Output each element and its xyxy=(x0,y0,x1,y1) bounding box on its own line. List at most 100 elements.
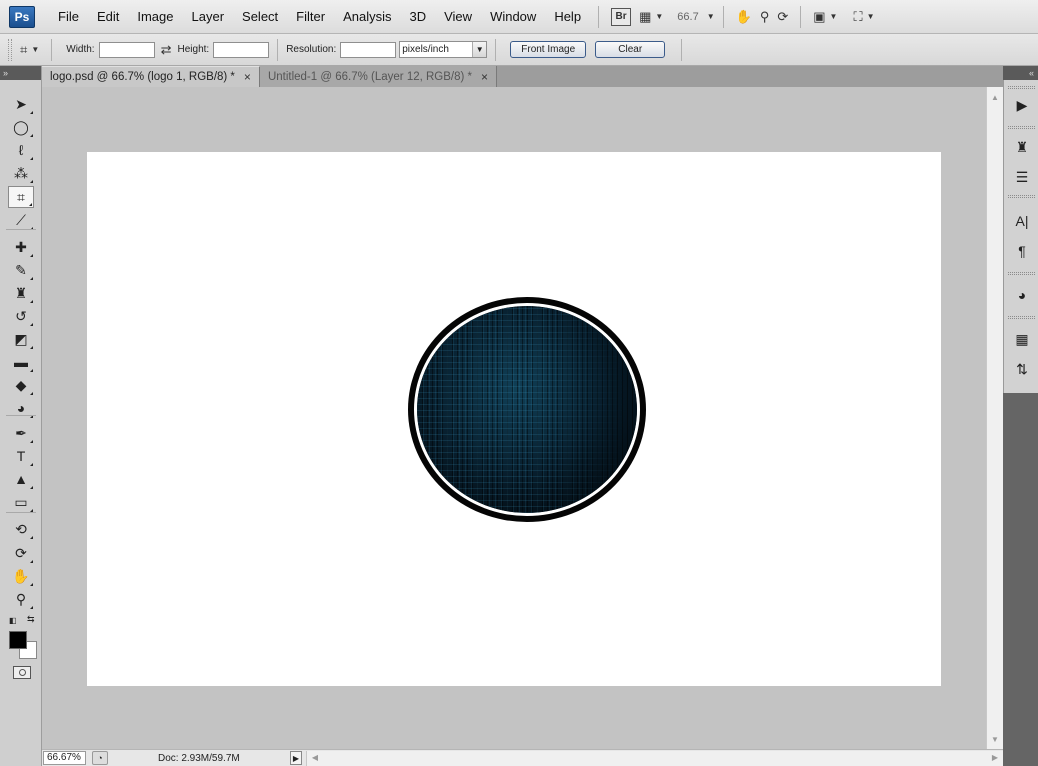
path-selection-tool[interactable]: ▲ xyxy=(8,468,34,490)
zoom-tool[interactable]: ⚲ xyxy=(8,588,34,610)
width-field[interactable] xyxy=(98,41,155,58)
options-grip[interactable] xyxy=(8,38,12,61)
hand-tool-button[interactable]: ✋ xyxy=(736,6,752,28)
foreground-color-swatch[interactable] xyxy=(9,631,27,649)
menu-filter[interactable]: Filter xyxy=(287,9,334,24)
gradient-tool[interactable]: ▬ xyxy=(8,351,34,373)
panel-grip[interactable] xyxy=(1008,195,1035,198)
panel-dock-header[interactable]: « xyxy=(1003,66,1038,80)
swap-colors-icon[interactable]: ⇆ xyxy=(27,614,35,625)
tool-flyout-indicator xyxy=(30,300,33,303)
healing-brush-icon: ✚ xyxy=(15,238,27,255)
close-icon[interactable]: × xyxy=(244,70,251,84)
menu-3d[interactable]: 3D xyxy=(400,9,435,24)
clone-source-panel-button[interactable]: ♜ xyxy=(1011,136,1033,158)
3d-orbit-tool[interactable]: ⟳ xyxy=(8,542,34,564)
tool-flyout-indicator xyxy=(30,369,33,372)
elliptical-marquee-icon: ◯ xyxy=(13,118,29,135)
menu-select[interactable]: Select xyxy=(233,9,287,24)
tab-logo-psd[interactable]: logo.psd @ 66.7% (logo 1, RGB/8) * × xyxy=(42,66,260,87)
healing-brush-tool[interactable]: ✚ xyxy=(8,236,34,258)
menu-view[interactable]: View xyxy=(435,9,481,24)
tools-panel-header[interactable]: » xyxy=(0,66,41,80)
zoom-percent-field[interactable]: 66.67% xyxy=(43,751,86,765)
tab-untitled-1[interactable]: Untitled-1 @ 66.7% (Layer 12, RGB/8) * × xyxy=(259,66,498,87)
paragraph-panel-button[interactable]: ¶ xyxy=(1011,240,1033,262)
panel-grip[interactable] xyxy=(1008,316,1035,319)
scroll-right-icon[interactable]: ▶ xyxy=(989,752,1001,764)
tool-flyout-indicator xyxy=(30,392,33,395)
move-icon: ➤ xyxy=(15,95,27,112)
panel-grip[interactable] xyxy=(1008,126,1035,129)
view-extras-button[interactable]: ▦ ▼ xyxy=(639,6,663,28)
zoom-tool-button[interactable]: ⚲ xyxy=(760,6,770,28)
close-icon[interactable]: × xyxy=(481,70,488,84)
image-canvas[interactable] xyxy=(87,152,941,686)
tool-flyout-indicator xyxy=(30,157,33,160)
tool-preset-picker[interactable]: ⌗ ▼ xyxy=(20,39,39,61)
elliptical-marquee-tool[interactable]: ◯ xyxy=(8,116,34,138)
resolution-field[interactable] xyxy=(340,41,397,58)
character-panel-button[interactable]: A| xyxy=(1011,210,1033,232)
lasso-tool[interactable]: ℓ xyxy=(8,139,34,161)
status-info-icon[interactable]: ◔ xyxy=(92,751,108,765)
magic-wand-tool[interactable]: ⁂ xyxy=(8,162,34,184)
quick-mask-button[interactable] xyxy=(13,666,31,679)
menu-edit[interactable]: Edit xyxy=(88,9,128,24)
eraser-tool[interactable]: ◩ xyxy=(8,328,34,350)
scroll-left-icon[interactable]: ◀ xyxy=(309,752,321,764)
swap-dimensions-icon[interactable]: ⇄ xyxy=(161,39,172,61)
launch-bridge-button[interactable]: Br xyxy=(611,6,632,28)
tool-flyout-indicator xyxy=(30,536,33,539)
collapse-icon[interactable]: « xyxy=(1029,68,1034,78)
menu-help[interactable]: Help xyxy=(545,9,590,24)
hand-tool[interactable]: ✋ xyxy=(8,565,34,587)
swatches-icon: ▦ xyxy=(1015,330,1029,347)
layer-comps-icon: ☰ xyxy=(1015,168,1029,185)
scroll-down-icon[interactable]: ▼ xyxy=(989,733,1001,745)
resolution-unit-select[interactable]: pixels/inch ▼ xyxy=(399,41,488,58)
zoom-dropdown-icon[interactable]: ▼ xyxy=(707,12,715,21)
clone-stamp-tool[interactable]: ♜ xyxy=(8,282,34,304)
history-brush-tool[interactable]: ↺ xyxy=(8,305,34,327)
menu-layer[interactable]: Layer xyxy=(183,9,234,24)
panel-grip[interactable] xyxy=(1008,272,1035,275)
front-image-button[interactable]: Front Image xyxy=(510,41,587,58)
zoom-level-value[interactable]: 66.7 xyxy=(677,11,698,23)
vertical-scrollbar[interactable]: ▲ ▼ xyxy=(986,87,1003,749)
screen-mode-button[interactable]: ⛶ ▼ xyxy=(853,6,874,28)
blur-tool[interactable]: ◆ xyxy=(8,374,34,396)
3d-rotate-tool[interactable]: ⟲ xyxy=(8,518,34,540)
navigator-panel-button[interactable]: ⇅ xyxy=(1011,358,1033,380)
layer-comps-panel-button[interactable]: ☰ xyxy=(1011,166,1033,188)
clear-button[interactable]: Clear xyxy=(595,41,666,58)
arrange-documents-button[interactable]: ▣ ▼ xyxy=(813,6,837,28)
styles-panel-button[interactable]: ◕ xyxy=(1011,284,1033,306)
crop-tool[interactable]: ⌗ xyxy=(8,186,34,208)
rectangle-tool[interactable]: ▭ xyxy=(8,491,34,513)
scroll-up-icon[interactable]: ▲ xyxy=(989,91,1001,103)
gradient-icon: ▬ xyxy=(14,354,28,370)
menu-analysis[interactable]: Analysis xyxy=(334,9,400,24)
menu-file[interactable]: File xyxy=(49,9,88,24)
default-colors-icon[interactable]: ◧ xyxy=(9,616,17,625)
resolution-unit-value: pixels/inch xyxy=(402,44,449,55)
animation-panel-button[interactable]: ▶ xyxy=(1011,94,1033,116)
height-field[interactable] xyxy=(213,41,270,58)
type-tool[interactable]: T xyxy=(8,445,34,467)
magic-wand-icon: ⁂ xyxy=(14,164,28,181)
pen-tool[interactable]: ✒ xyxy=(8,422,34,444)
collapse-icon[interactable]: » xyxy=(3,68,8,78)
swatches-panel-button[interactable]: ▦ xyxy=(1011,328,1033,350)
brush-tool[interactable]: ✎ xyxy=(8,259,34,281)
document-window[interactable] xyxy=(42,87,986,749)
move-tool[interactable]: ➤ xyxy=(8,93,34,115)
eyedropper-tool[interactable]: ⟋ xyxy=(8,209,34,231)
rotate-view-button[interactable]: ⟳ xyxy=(777,6,788,28)
status-menu-arrow[interactable]: ▶ xyxy=(290,751,302,765)
panel-grip[interactable] xyxy=(1008,86,1035,89)
chevron-down-icon: ▼ xyxy=(829,12,838,21)
horizontal-scrollbar[interactable]: ◀ ▶ xyxy=(306,750,1003,766)
menu-window[interactable]: Window xyxy=(481,9,545,24)
menu-image[interactable]: Image xyxy=(128,9,182,24)
